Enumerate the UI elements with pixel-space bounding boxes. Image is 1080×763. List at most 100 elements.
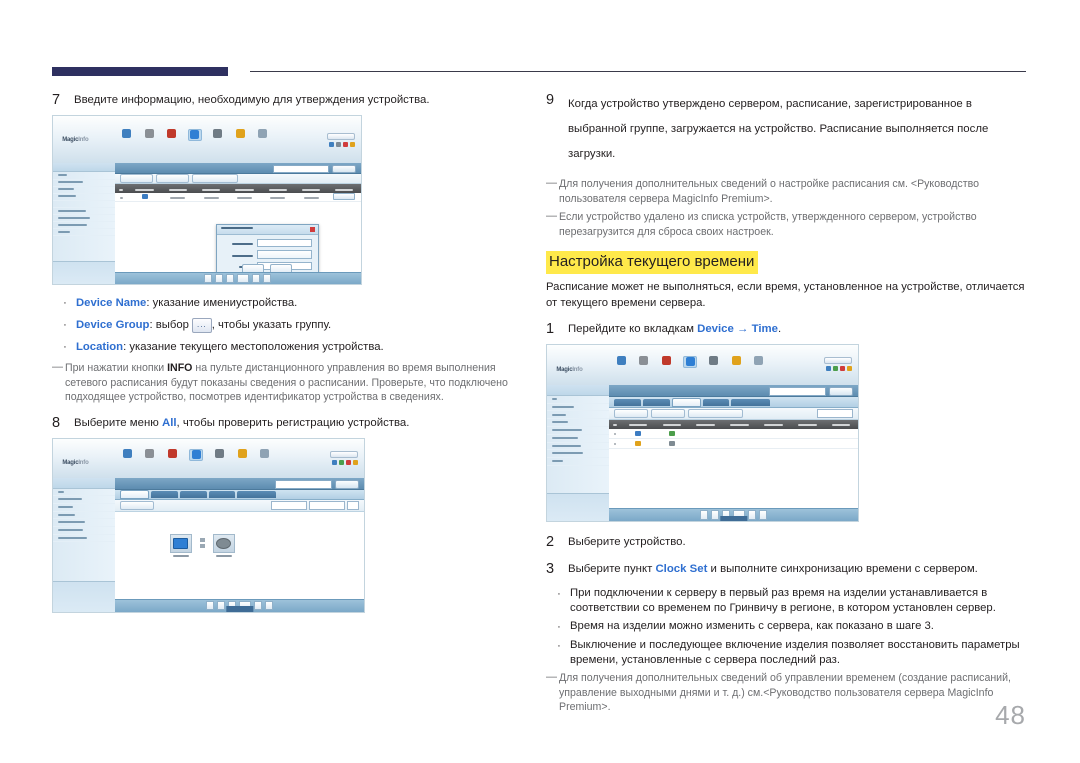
device-group-filter[interactable] bbox=[817, 408, 854, 418]
search-button[interactable] bbox=[828, 387, 854, 397]
device-group-filter[interactable] bbox=[271, 500, 308, 510]
nav-item-device[interactable] bbox=[187, 129, 202, 142]
search-button[interactable] bbox=[331, 164, 357, 173]
left-tree-sidebar[interactable] bbox=[53, 163, 116, 284]
nav-item-playlist[interactable] bbox=[143, 129, 155, 141]
left-tree-sidebar[interactable] bbox=[547, 385, 611, 521]
close-icon[interactable] bbox=[309, 226, 315, 232]
nav-item-device[interactable] bbox=[683, 355, 698, 368]
nav-item-schedule[interactable] bbox=[166, 448, 178, 461]
search-button[interactable] bbox=[334, 480, 360, 489]
bottom-tab-handle[interactable] bbox=[719, 515, 748, 521]
sidebar-row[interactable] bbox=[53, 222, 115, 229]
nav-item-setting[interactable] bbox=[257, 129, 269, 141]
sidebar-row[interactable] bbox=[547, 404, 610, 412]
device-status-filter[interactable] bbox=[309, 500, 346, 510]
sidebar-row[interactable] bbox=[53, 172, 115, 180]
sidebar-row[interactable] bbox=[53, 229, 115, 236]
table-row[interactable] bbox=[114, 193, 361, 202]
nav-item-content[interactable] bbox=[121, 448, 133, 461]
nav-item-statistics[interactable] bbox=[730, 355, 742, 368]
reject-button[interactable] bbox=[192, 174, 238, 183]
sidebar-row[interactable] bbox=[547, 396, 610, 404]
approve-button[interactable] bbox=[119, 174, 153, 183]
tab-time[interactable] bbox=[671, 397, 701, 407]
tile-nav-arrows[interactable] bbox=[199, 534, 205, 549]
sidebar-row[interactable] bbox=[53, 208, 115, 215]
sidebar-footer bbox=[53, 261, 115, 284]
sidebar-row[interactable] bbox=[53, 201, 115, 208]
tab-display-control[interactable] bbox=[731, 398, 771, 406]
tab-display-control[interactable] bbox=[237, 491, 277, 499]
logout-button[interactable] bbox=[823, 357, 852, 365]
sidebar-row[interactable] bbox=[53, 215, 115, 222]
logout-button[interactable] bbox=[326, 132, 355, 140]
sidebar-row[interactable] bbox=[547, 443, 610, 451]
search-input[interactable] bbox=[272, 164, 329, 173]
sidebar-row[interactable] bbox=[547, 435, 610, 443]
tab-schedule[interactable] bbox=[642, 398, 670, 406]
sidebar-row[interactable] bbox=[547, 450, 610, 459]
tab-inventory[interactable] bbox=[120, 490, 149, 500]
dialog-field-device-group bbox=[223, 250, 312, 259]
table-row[interactable] bbox=[609, 439, 858, 449]
search-input[interactable] bbox=[274, 480, 332, 489]
tab-setup[interactable] bbox=[208, 491, 236, 499]
device-group-select[interactable] bbox=[257, 250, 312, 259]
bullet-text: При подключении к серверу в первый раз в… bbox=[570, 587, 996, 614]
tab-information[interactable] bbox=[614, 398, 641, 406]
topbar-right-controls[interactable] bbox=[329, 450, 358, 465]
holiday-management-button[interactable] bbox=[687, 408, 744, 418]
nav-item-user[interactable] bbox=[212, 129, 224, 141]
tab-schedule[interactable] bbox=[150, 491, 178, 499]
nav-item-user[interactable] bbox=[214, 448, 226, 461]
sidebar-row[interactable] bbox=[53, 194, 115, 201]
nav-item-playlist[interactable] bbox=[144, 448, 156, 461]
bottom-tab-handle[interactable] bbox=[225, 606, 254, 612]
sidebar-row[interactable] bbox=[53, 504, 116, 512]
nav-item-user[interactable] bbox=[708, 355, 720, 368]
topbar-right-controls[interactable] bbox=[326, 132, 355, 147]
nav-item-device[interactable] bbox=[189, 448, 204, 461]
sidebar-row[interactable] bbox=[53, 535, 116, 543]
nav-item-statistics[interactable] bbox=[236, 448, 248, 461]
delete-button[interactable] bbox=[120, 501, 154, 511]
bullet-marker: · bbox=[557, 588, 561, 600]
device-tile-on[interactable] bbox=[169, 534, 192, 558]
sidebar-row[interactable] bbox=[53, 180, 115, 187]
nav-item-schedule[interactable] bbox=[165, 129, 177, 141]
device-name-input[interactable] bbox=[257, 238, 312, 248]
sidebar-row[interactable] bbox=[547, 427, 610, 435]
sidebar-row[interactable] bbox=[53, 512, 116, 520]
sidebar-row[interactable] bbox=[547, 419, 610, 428]
clock-set-button[interactable] bbox=[614, 408, 648, 418]
screenshot-8-wrapper: MagicInfo bbox=[52, 437, 530, 613]
delete-button[interactable] bbox=[155, 174, 190, 183]
logout-button[interactable] bbox=[329, 450, 358, 458]
sidebar-row[interactable] bbox=[547, 411, 610, 420]
nav-item-schedule[interactable] bbox=[660, 355, 672, 368]
tab-setup[interactable] bbox=[702, 398, 730, 406]
nav-item-statistics[interactable] bbox=[234, 129, 246, 141]
nav-item-content[interactable] bbox=[121, 129, 133, 141]
nav-item-setting[interactable] bbox=[753, 355, 765, 368]
sidebar-row[interactable] bbox=[53, 187, 115, 194]
search-input[interactable] bbox=[768, 387, 826, 397]
refresh-button[interactable] bbox=[347, 500, 360, 510]
tab-time[interactable] bbox=[179, 491, 207, 499]
sidebar-row[interactable] bbox=[547, 458, 610, 466]
nav-item-setting[interactable] bbox=[259, 448, 271, 461]
ellipsis-button-icon[interactable]: ... bbox=[192, 318, 212, 333]
nav-item-content[interactable] bbox=[615, 355, 627, 368]
timer-set-button[interactable] bbox=[650, 408, 685, 418]
device-tile-off[interactable] bbox=[212, 534, 235, 558]
table-row[interactable] bbox=[609, 429, 858, 439]
sidebar-row[interactable] bbox=[53, 496, 116, 504]
nav-item-playlist[interactable] bbox=[638, 355, 650, 368]
sidebar-row[interactable] bbox=[53, 527, 116, 535]
left-tree-sidebar[interactable] bbox=[53, 478, 117, 612]
pagination-bar[interactable] bbox=[114, 272, 361, 284]
sidebar-row[interactable] bbox=[53, 519, 116, 527]
topbar-right-controls[interactable] bbox=[823, 357, 852, 372]
sidebar-row[interactable] bbox=[53, 489, 116, 497]
